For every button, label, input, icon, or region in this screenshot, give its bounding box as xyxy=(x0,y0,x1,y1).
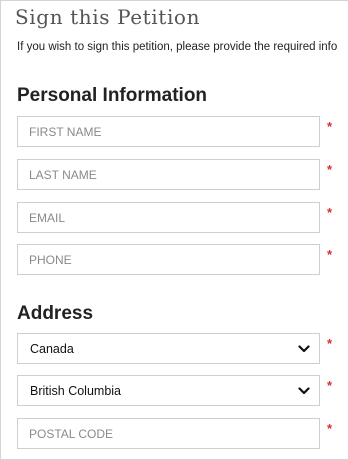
required-marker: * xyxy=(327,378,333,393)
page-title: Sign this Petition xyxy=(15,5,201,29)
country-select[interactable]: Canada xyxy=(17,333,320,364)
postal-code-field-wrapper xyxy=(17,418,320,449)
required-marker: * xyxy=(327,336,333,351)
phone-input[interactable] xyxy=(18,245,319,274)
required-marker: * xyxy=(327,205,333,220)
intro-text: If you wish to sign this petition, pleas… xyxy=(17,41,338,53)
required-marker: * xyxy=(327,162,333,177)
first-name-input[interactable] xyxy=(18,117,319,146)
petition-form: Sign this Petition If you wish to sign t… xyxy=(0,0,348,460)
required-marker: * xyxy=(327,119,333,134)
first-name-field-wrapper xyxy=(17,116,320,147)
chevron-down-icon xyxy=(293,380,315,402)
province-select-value: British Columbia xyxy=(30,383,122,398)
required-marker: * xyxy=(327,421,333,436)
postal-code-input[interactable] xyxy=(18,419,319,448)
country-select-value: Canada xyxy=(30,341,74,356)
email-input[interactable] xyxy=(18,203,319,232)
required-marker: * xyxy=(327,247,333,262)
email-field-wrapper xyxy=(17,202,320,233)
section-heading-personal: Personal Information xyxy=(17,85,208,106)
chevron-down-icon xyxy=(293,338,315,360)
last-name-field-wrapper xyxy=(17,159,320,190)
phone-field-wrapper xyxy=(17,244,320,275)
section-heading-address: Address xyxy=(17,303,94,324)
province-select[interactable]: British Columbia xyxy=(17,375,320,406)
last-name-input[interactable] xyxy=(18,160,319,189)
